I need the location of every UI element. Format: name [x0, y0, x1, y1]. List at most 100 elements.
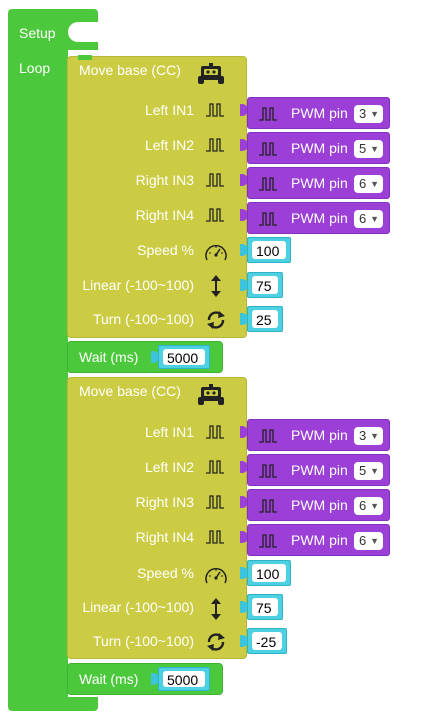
move-base-title-1: Move base (CC) — [79, 62, 181, 78]
setup-notch — [68, 22, 98, 42]
pulse-wave-icon — [205, 207, 225, 223]
pin-value: 6 — [359, 498, 367, 513]
wait-block-1[interactable]: Wait (ms) 5000 — [67, 341, 223, 373]
chevron-down-icon: ▼ — [370, 179, 379, 189]
pulse-wave-icon — [258, 463, 278, 479]
speed-label-1: Speed % — [137, 242, 194, 258]
speed-value[interactable]: 100 — [252, 241, 286, 259]
pin-dropdown[interactable]: 6 ▼ — [354, 175, 383, 193]
speed-number-input-1[interactable]: 100 — [247, 237, 291, 263]
linear-value[interactable]: 75 — [252, 276, 278, 294]
loop-spine — [8, 49, 68, 701]
right-in3-label-1: Right IN3 — [135, 172, 194, 188]
turn-value[interactable]: -25 — [252, 632, 282, 650]
pin-value: 3 — [359, 106, 367, 121]
right-in3-label-2: Right IN3 — [135, 494, 194, 510]
pin-value: 5 — [359, 141, 367, 156]
linear-value[interactable]: 75 — [252, 598, 278, 616]
wait-block-2[interactable]: Wait (ms) 5000 — [67, 663, 223, 695]
right-in4-label-1: Right IN4 — [135, 207, 194, 223]
pulse-wave-icon — [258, 428, 278, 444]
up-down-arrows-icon — [211, 275, 221, 297]
speed-value[interactable]: 100 — [252, 564, 286, 582]
loop-bottom-bar — [8, 697, 98, 711]
left-in2-label-2: Left IN2 — [144, 459, 194, 475]
pulse-wave-icon — [205, 494, 225, 510]
pwm-pin-label: PWM pin — [291, 497, 348, 513]
turn-value[interactable]: 25 — [252, 310, 278, 328]
speedometer-icon — [205, 567, 227, 584]
left-in1-label-1: Left IN1 — [144, 102, 194, 118]
pwm-pin-label: PWM pin — [291, 532, 348, 548]
chevron-down-icon: ▼ — [370, 144, 379, 154]
linear-number-input-2[interactable]: 75 — [247, 594, 283, 620]
speedometer-icon — [205, 244, 227, 261]
wait-number-input-2[interactable]: 5000 — [158, 667, 210, 691]
pwm-pin-block-left-in1-2[interactable]: PWM pin 3 ▼ — [247, 419, 390, 451]
pwm-pin-label: PWM pin — [291, 175, 348, 191]
pin-dropdown[interactable]: 5 ▼ — [354, 140, 383, 158]
setup-label: Setup — [19, 25, 56, 41]
turn-number-input-2[interactable]: -25 — [247, 628, 287, 654]
wait-value[interactable]: 5000 — [163, 671, 205, 688]
move-base-title-2: Move base (CC) — [79, 383, 181, 399]
pulse-wave-icon — [205, 424, 225, 440]
turn-label-2: Turn (-100~100) — [92, 633, 194, 649]
pin-dropdown[interactable]: 6 ▼ — [354, 532, 383, 550]
speed-number-input-2[interactable]: 100 — [247, 560, 291, 586]
wait-label: Wait (ms) — [79, 671, 139, 687]
chevron-down-icon: ▼ — [370, 214, 379, 224]
pwm-pin-label: PWM pin — [291, 105, 348, 121]
speed-label-2: Speed % — [137, 565, 194, 581]
pin-dropdown[interactable]: 3 ▼ — [354, 427, 383, 445]
pulse-wave-icon — [205, 102, 225, 118]
pin-value: 6 — [359, 211, 367, 226]
pwm-pin-block-left-in1-1[interactable]: PWM pin 3 ▼ — [247, 97, 390, 129]
pulse-wave-icon — [205, 137, 225, 153]
pwm-pin-block-right-in3-2[interactable]: PWM pin 6 ▼ — [247, 489, 390, 521]
wait-label: Wait (ms) — [79, 349, 139, 365]
move-block-1-notch — [78, 55, 92, 60]
pin-dropdown[interactable]: 3 ▼ — [354, 105, 383, 123]
pin-value: 6 — [359, 533, 367, 548]
pwm-pin-label: PWM pin — [291, 140, 348, 156]
linear-label-2: Linear (-100~100) — [82, 599, 194, 615]
pulse-wave-icon — [205, 172, 225, 188]
pin-dropdown[interactable]: 5 ▼ — [354, 462, 383, 480]
left-in1-label-2: Left IN1 — [144, 424, 194, 440]
chevron-down-icon: ▼ — [370, 109, 379, 119]
rotate-arrows-icon — [207, 633, 225, 651]
pin-dropdown[interactable]: 6 ▼ — [354, 210, 383, 228]
linear-label-1: Linear (-100~100) — [82, 277, 194, 293]
pwm-pin-block-left-in2-2[interactable]: PWM pin 5 ▼ — [247, 454, 390, 486]
chevron-down-icon: ▼ — [370, 501, 379, 511]
rotate-arrows-icon — [207, 311, 225, 329]
loop-label: Loop — [19, 60, 51, 76]
linear-number-input-1[interactable]: 75 — [247, 272, 283, 298]
turn-number-input-1[interactable]: 25 — [247, 306, 283, 332]
pwm-pin-block-left-in2-1[interactable]: PWM pin 5 ▼ — [247, 132, 390, 164]
pwm-pin-block-right-in3-1[interactable]: PWM pin 6 ▼ — [247, 167, 390, 199]
setup-notch-tab — [84, 42, 98, 50]
pulse-wave-icon — [205, 529, 225, 545]
pulse-wave-icon — [258, 106, 278, 122]
pin-value: 6 — [359, 176, 367, 191]
left-in2-label-1: Left IN2 — [144, 137, 194, 153]
right-in4-label-2: Right IN4 — [135, 529, 194, 545]
pwm-pin-label: PWM pin — [291, 462, 348, 478]
pwm-pin-block-right-in4-1[interactable]: PWM pin 6 ▼ — [247, 202, 390, 234]
pin-value: 5 — [359, 463, 367, 478]
chevron-down-icon: ▼ — [370, 466, 379, 476]
wait-value[interactable]: 5000 — [163, 349, 205, 366]
pulse-wave-icon — [205, 459, 225, 475]
wait-number-input-1[interactable]: 5000 — [158, 345, 210, 369]
pwm-pin-block-right-in4-2[interactable]: PWM pin 6 ▼ — [247, 524, 390, 556]
pin-dropdown[interactable]: 6 ▼ — [354, 497, 383, 515]
up-down-arrows-icon — [211, 598, 221, 620]
pwm-pin-label: PWM pin — [291, 427, 348, 443]
chevron-down-icon: ▼ — [370, 431, 379, 441]
turn-label-1: Turn (-100~100) — [92, 311, 194, 327]
pwm-pin-label: PWM pin — [291, 210, 348, 226]
pulse-wave-icon — [258, 141, 278, 157]
pulse-wave-icon — [258, 211, 278, 227]
